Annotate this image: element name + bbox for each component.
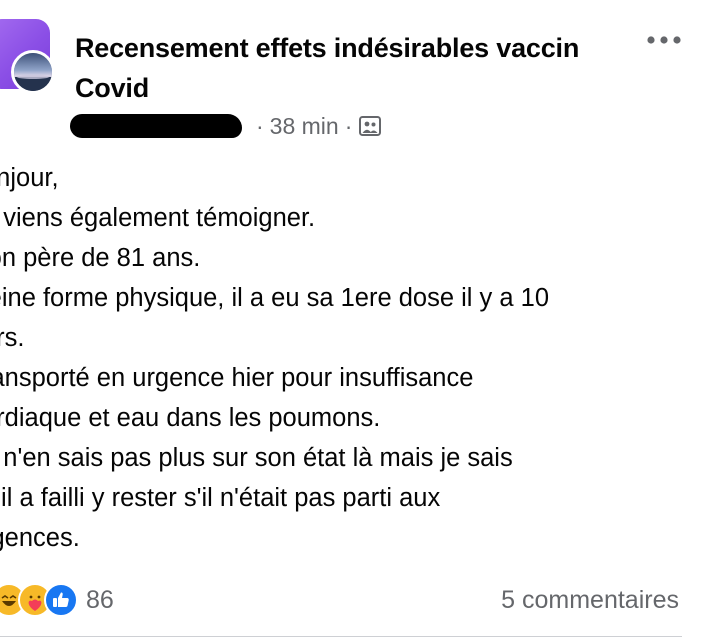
redacted-author-name [70, 114, 242, 138]
user-avatar-photo [14, 53, 52, 91]
user-avatar[interactable] [11, 50, 55, 94]
post-timestamp[interactable]: 38 min [270, 113, 339, 140]
group-members-icon[interactable] [358, 114, 382, 138]
meta-separator: · [256, 112, 264, 139]
post-line: leine forme physique, il a eu sa 1ere do… [0, 284, 550, 312]
more-options-button[interactable] [644, 26, 684, 54]
group-name-link[interactable]: Recensement effets indésirables vaccin C… [75, 28, 595, 108]
reaction-count: 86 [86, 585, 114, 614]
divider [0, 636, 682, 637]
post-body: onjour, e viens également témoigner. lon… [0, 158, 682, 558]
meta-separator: · [344, 112, 353, 139]
post-line: u'il a failli y rester s'il n'était pas … [0, 484, 441, 512]
more-options-icon [647, 36, 681, 44]
post-line: e n'en sais pas plus sur son état là mai… [0, 444, 513, 472]
post-line: lon père de 81 ans. [0, 244, 201, 272]
post-line: onjour, [0, 164, 59, 192]
feed-post: Recensement effets indésirables vaccin C… [0, 0, 704, 640]
reaction-summary[interactable]: 86 [0, 583, 114, 617]
post-line: e viens également témoigner. [0, 204, 316, 232]
post-line: ardiaque et eau dans les poumons. [0, 404, 381, 432]
comments-count-link[interactable]: 5 commentaires [501, 583, 679, 617]
post-line: ransporté en urgence hier pour insuffisa… [0, 364, 474, 392]
post-meta: · 38 min · [70, 110, 382, 142]
post-line: rgences. [0, 524, 80, 552]
post-line: urs. [0, 324, 25, 352]
like-icon [44, 583, 78, 617]
